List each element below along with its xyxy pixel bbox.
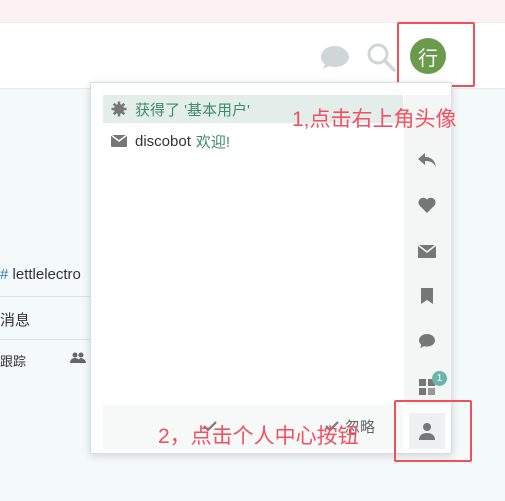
heart-icon[interactable]: [404, 191, 450, 219]
badge-count: 1: [432, 371, 447, 386]
chat-icon[interactable]: [318, 40, 352, 74]
tracking-label[interactable]: 跟踪: [0, 351, 26, 370]
user-link-row[interactable]: # lettlelectro: [0, 266, 81, 283]
quick-access-panel: [404, 95, 450, 405]
user-menu-dropdown: 获得了 '基本用户' discobot 欢迎! 1 忽略: [90, 82, 452, 454]
avatar-highlight-box: [397, 22, 475, 87]
users-icon: [70, 351, 86, 369]
envelope-icon: [111, 135, 127, 147]
row-divider: [0, 339, 90, 340]
envelope-icon[interactable]: [404, 237, 450, 265]
notification-text: 获得了 '基本用户': [135, 101, 250, 119]
hash-icon: #: [0, 266, 9, 283]
notification-welcome[interactable]: discobot 欢迎!: [103, 127, 230, 155]
notification-sender: discobot: [135, 132, 191, 150]
badge-gear-icon: [111, 101, 127, 117]
user-link-text: lettlelectro: [12, 266, 81, 283]
bookmark-icon[interactable]: [404, 282, 450, 310]
annotation-step1: 1,点击右上角头像: [292, 108, 457, 131]
reply-icon[interactable]: [404, 146, 450, 174]
row-divider: [0, 296, 90, 297]
chat-icon[interactable]: [404, 327, 450, 355]
search-icon[interactable]: [364, 40, 398, 74]
messages-label[interactable]: 消息: [0, 309, 30, 330]
annotation-step2: 2，点击个人中心按钮: [158, 425, 359, 448]
top-banner: [0, 0, 505, 22]
notification-text: 欢迎!: [195, 133, 231, 151]
profile-highlight-box: [394, 400, 472, 462]
